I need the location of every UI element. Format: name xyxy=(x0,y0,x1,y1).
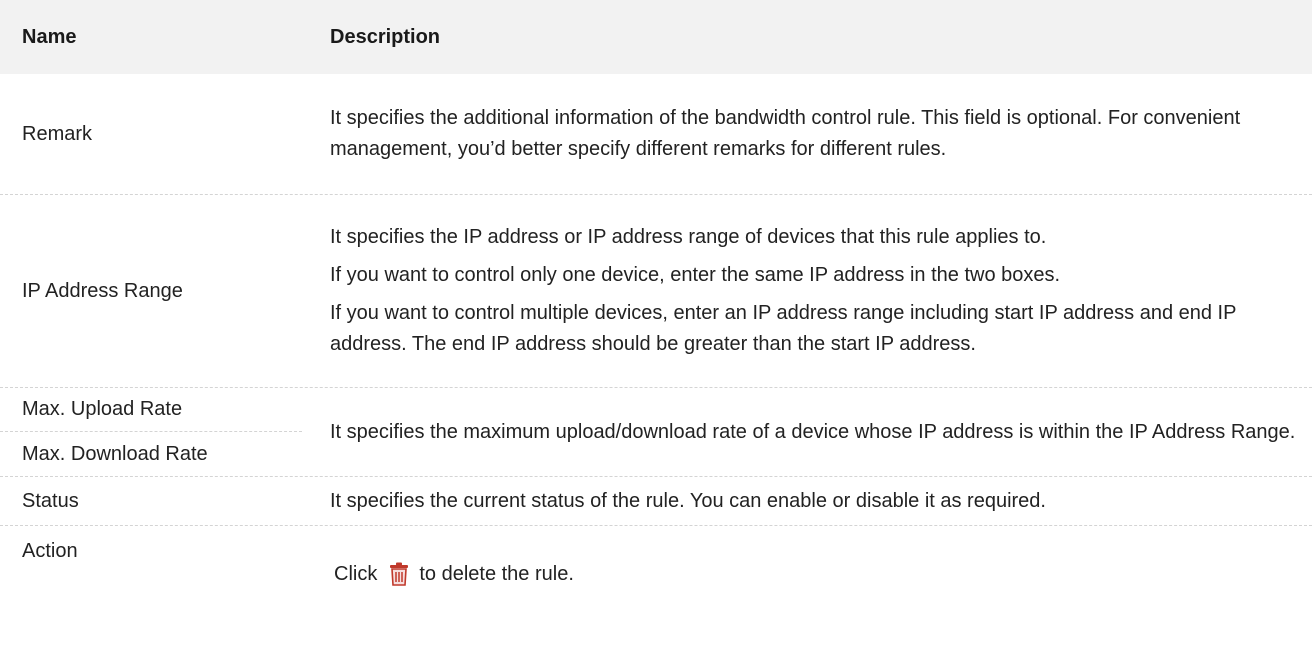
description-text-before: Click xyxy=(334,562,378,585)
row-description: It specifies the current status of the r… xyxy=(330,477,1300,525)
row-name: Action xyxy=(22,540,78,562)
description-text: It specifies the IP address or IP addres… xyxy=(330,226,1047,248)
row-name: Status xyxy=(22,489,79,512)
row-name-download: Max. Download Rate xyxy=(22,442,208,465)
description-text-after: to delete the rule. xyxy=(419,562,574,585)
row-description: It specifies the maximum upload/download… xyxy=(330,388,1300,476)
row-description: It specifies the IP address or IP addres… xyxy=(330,195,1300,387)
table-row: Status It specifies the current status o… xyxy=(0,477,1312,526)
description-text: If you want to control multiple devices,… xyxy=(330,302,1237,355)
row-description: Click to delete the rule. xyxy=(330,554,1300,594)
header-description: Description xyxy=(330,25,441,48)
table-header: Name Description xyxy=(0,0,1312,74)
row-name: IP Address Range xyxy=(22,279,183,302)
description-text: It specifies the current status of the r… xyxy=(330,489,1046,512)
row-description: It specifies the additional information … xyxy=(330,74,1300,194)
trash-icon xyxy=(389,562,409,586)
table-row: Remark It specifies the additional infor… xyxy=(0,74,1312,195)
description-text: It specifies the additional information … xyxy=(330,107,1241,160)
table-row: Action Click to delete the rule. xyxy=(0,526,1312,636)
table-row: Max. Upload Rate Max. Download Rate It s… xyxy=(0,388,1312,477)
header-name: Name xyxy=(22,25,77,48)
table-row: IP Address Range It specifies the IP add… xyxy=(0,195,1312,388)
description-text: It specifies the maximum upload/download… xyxy=(330,420,1296,443)
row-name-upload: Max. Upload Rate xyxy=(22,398,183,420)
row-name: Remark xyxy=(22,122,93,145)
description-text: If you want to control only one device, … xyxy=(330,264,1061,286)
